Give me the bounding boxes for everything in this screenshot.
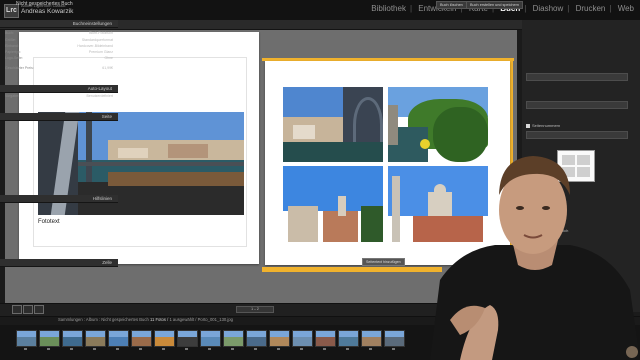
filmstrip-usage-marker — [70, 348, 73, 350]
filmstrip-thumbnail[interactable] — [361, 330, 382, 347]
filmstrip-thumbnail[interactable] — [292, 330, 313, 347]
filmstrip-thumbnail[interactable] — [154, 330, 175, 347]
watermark-logo — [626, 346, 638, 358]
panel-header-page[interactable]: Seite — [0, 113, 118, 121]
panel-header-auto-layout[interactable]: Auto-Layout — [0, 85, 118, 93]
multi-page-view-icon[interactable] — [12, 305, 22, 314]
user-name: Andreas Kowarzik — [21, 8, 74, 15]
filmstrip-usage-marker — [300, 348, 303, 350]
photo-bridge-arch[interactable] — [283, 87, 383, 162]
filmstrip-thumbnail[interactable] — [177, 330, 198, 347]
panel-header-book-settings[interactable]: Buchneinstellungen — [0, 20, 118, 28]
filmstrip-thumbnail[interactable] — [62, 330, 83, 347]
book-title: Nicht gespeichertes Buch — [16, 1, 73, 7]
page-navigator[interactable]: 1 – 2 — [236, 306, 274, 313]
filmstrip-thumbnail[interactable] — [223, 330, 244, 347]
filmstrip-usage-marker — [346, 348, 349, 350]
filmstrip-thumbnail[interactable] — [131, 330, 152, 347]
photo-caption[interactable]: Fototext — [38, 219, 60, 225]
filmstrip-usage-marker — [139, 348, 142, 350]
filmstrip-thumbnail[interactable] — [338, 330, 359, 347]
filmstrip-usage-marker — [231, 348, 234, 350]
filmstrip-usage-marker — [162, 348, 165, 350]
clear-book-button[interactable]: Buch löschen — [436, 1, 467, 9]
panel-header-guides[interactable]: Hilfslinien — [0, 195, 118, 203]
price-slider[interactable] — [526, 73, 628, 81]
filmstrip-usage-marker — [24, 348, 27, 350]
filmstrip-thumbnail[interactable] — [85, 330, 106, 347]
selected-page-highlight-bottom — [262, 267, 442, 272]
estimated-price: Geschätzter Preis: 61,99€ — [5, 66, 113, 70]
filmstrip-usage-marker — [254, 348, 257, 350]
page-numbers-checkbox[interactable]: Seitennummern — [526, 123, 560, 128]
setting-row-size[interactable]: Größe: Standardquerformat — [5, 38, 113, 43]
filmstrip-usage-marker — [369, 348, 372, 350]
module-drucken[interactable]: Drucken — [576, 4, 606, 13]
filmstrip-usage-marker — [392, 348, 395, 350]
module-web[interactable]: Web — [618, 4, 634, 13]
photo-old-town[interactable] — [283, 166, 383, 242]
setting-row-logo[interactable]: Logo-Seite: Ohne — [5, 56, 113, 61]
page-add-button[interactable] — [526, 131, 628, 139]
filmstrip-thumbnail[interactable] — [200, 330, 221, 347]
add-page-text-button[interactable]: Seitentext hinzufügen — [362, 258, 405, 266]
spread-view-icon[interactable] — [23, 305, 33, 314]
auto-layout-button[interactable] — [526, 101, 628, 109]
filmstrip-thumbnail[interactable] — [384, 330, 405, 347]
filmstrip-thumbnail[interactable] — [39, 330, 60, 347]
module-bibliothek[interactable]: Bibliothek — [371, 4, 406, 13]
auto-layout-preset[interactable]: Vorgabe: Benutzerdefiniert — [5, 94, 113, 99]
filmstrip-usage-marker — [323, 348, 326, 350]
filmstrip-thumbnail[interactable] — [246, 330, 267, 347]
create-book-button[interactable]: Buch erstellen und speichern — [466, 1, 523, 9]
filmstrip-usage-marker — [185, 348, 188, 350]
filmstrip-usage-marker — [47, 348, 50, 350]
filmstrip-usage-marker — [208, 348, 211, 350]
filmstrip-thumbnail[interactable] — [108, 330, 129, 347]
single-page-view-icon[interactable] — [34, 305, 44, 314]
filmstrip-usage-marker — [93, 348, 96, 350]
setting-row-paper[interactable]: Papiertyp: Premium Glanz — [5, 50, 113, 55]
module-diashow[interactable]: Diashow — [533, 4, 564, 13]
setting-row-book[interactable]: Buch: Blurb-Fotobuch — [5, 31, 113, 36]
setting-row-cover[interactable]: Einband: Hardcover-Bildeinband — [5, 44, 113, 49]
filmstrip-thumbnail[interactable] — [16, 330, 37, 347]
filmstrip-source-path[interactable]: Sammlungen : Album : Nicht gespeichertes… — [58, 317, 233, 322]
filmstrip-thumbnail[interactable] — [269, 330, 290, 347]
presenter-video-overlay — [430, 140, 640, 360]
panel-header-cell[interactable]: Zelle — [0, 259, 118, 267]
filmstrip-thumbnail[interactable] — [315, 330, 336, 347]
presenter-figure — [430, 156, 640, 360]
filmstrip-usage-marker — [277, 348, 280, 350]
filmstrip-usage-marker — [116, 348, 119, 350]
